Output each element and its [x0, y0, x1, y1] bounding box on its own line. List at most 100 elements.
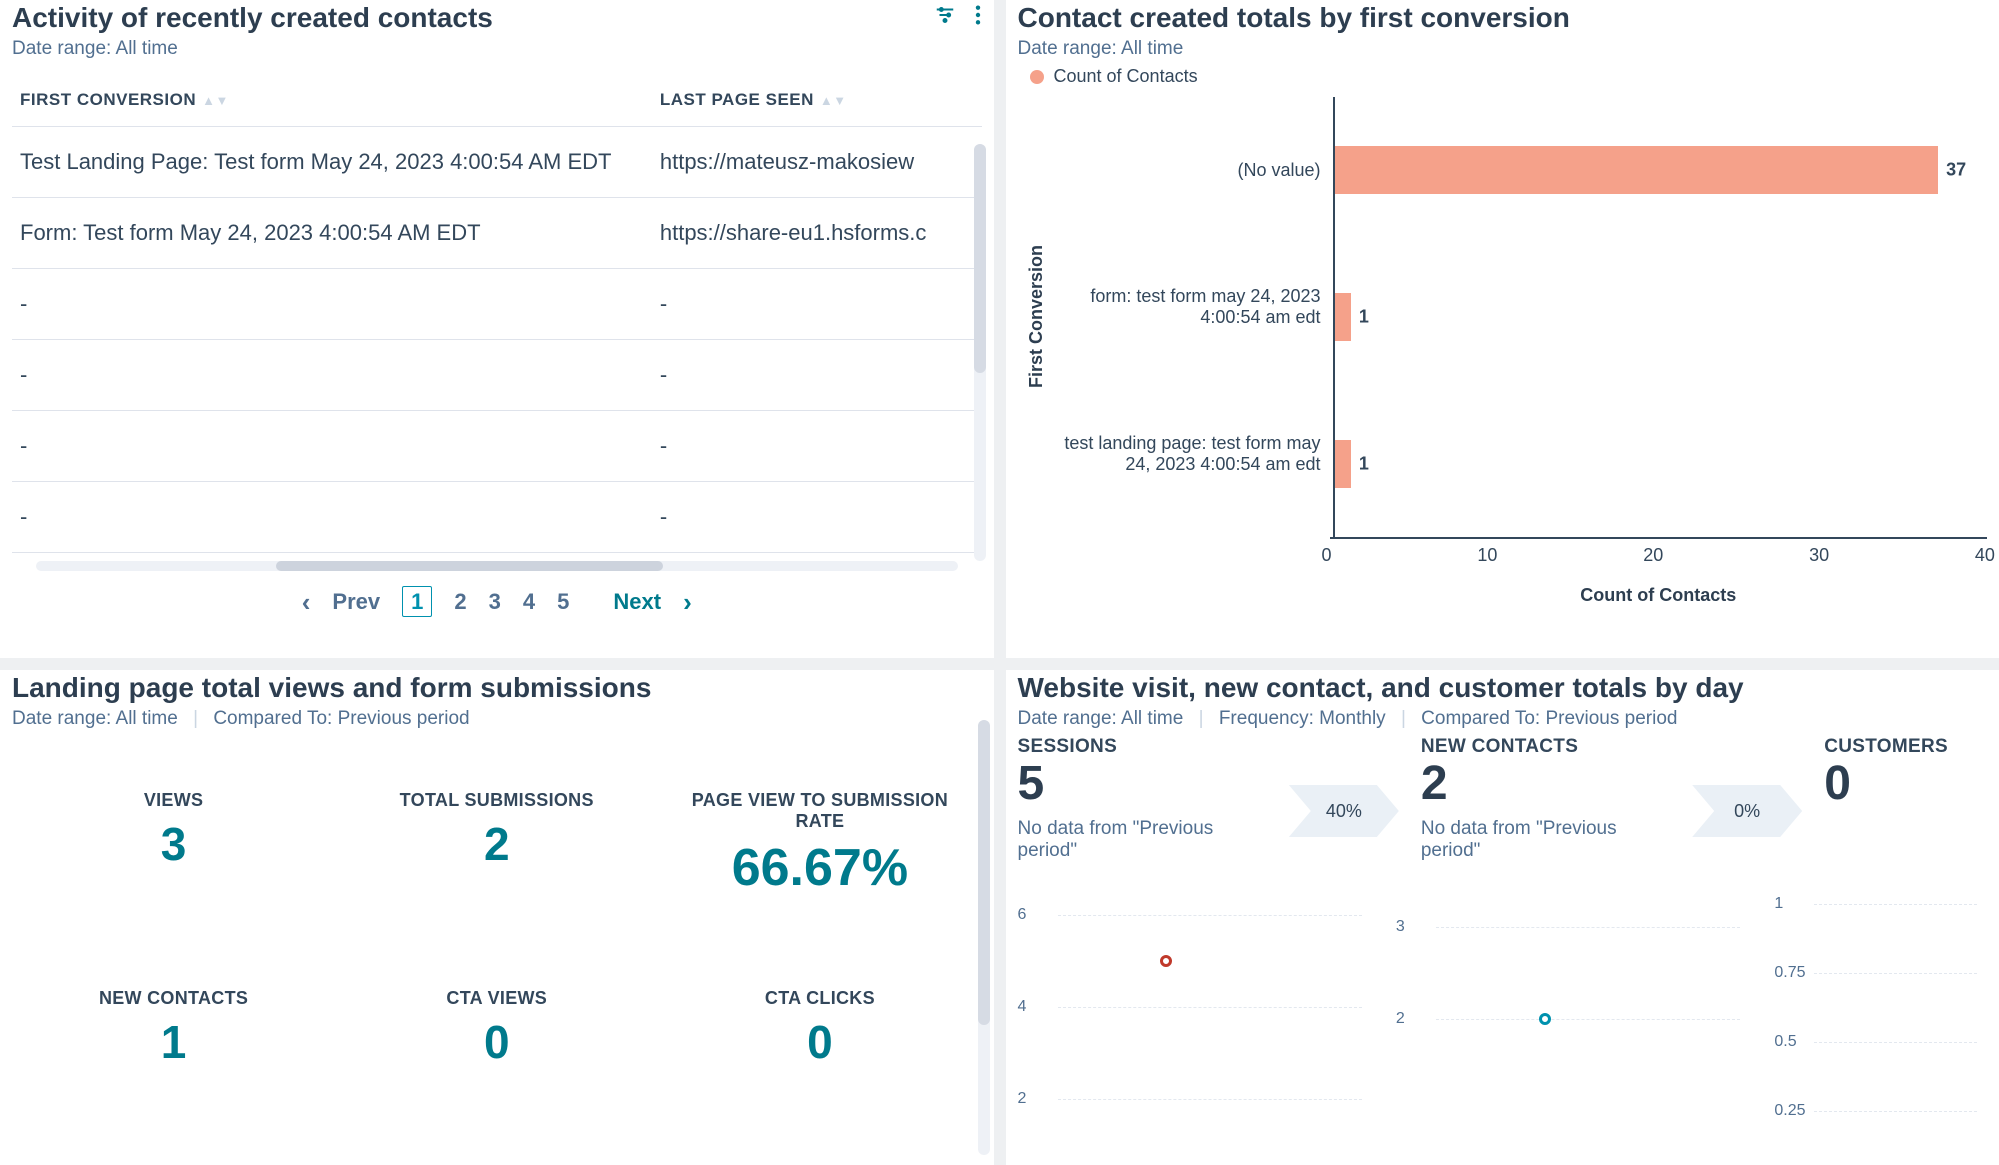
bar-value: 1 — [1359, 306, 1369, 327]
summary-sessions: SESSIONS 5 No data from "Previous period… — [1018, 736, 1289, 862]
card-title: Contact created totals by first conversi… — [1018, 2, 1988, 34]
kpi-cta-views: CTA VIEWS 0 — [335, 988, 658, 1069]
cell-first-conversion: - — [12, 482, 652, 553]
kpi-label: TOTAL SUBMISSIONS — [335, 790, 658, 811]
card-title: Website visit, new contact, and customer… — [1018, 672, 1988, 704]
kpi-views: VIEWS 3 — [12, 790, 335, 898]
cell-last-page-seen: - — [652, 269, 982, 340]
col-label: FIRST CONVERSION — [20, 90, 196, 109]
chart-legend: Count of Contacts — [1030, 66, 1988, 87]
badge-value: 40% — [1326, 801, 1362, 822]
cell-last-page-seen: - — [652, 482, 982, 553]
date-range: Date range: All time — [1018, 708, 1184, 729]
chevron-left-icon[interactable]: ‹ — [302, 589, 311, 615]
summary-new-contacts: NEW CONTACTS 2 No data from "Previous pe… — [1421, 736, 1692, 862]
page-4[interactable]: 4 — [523, 589, 535, 614]
summary-value: 0 — [1824, 760, 1987, 808]
cell-first-conversion: Test Landing Page: Test form May 24, 202… — [12, 127, 652, 198]
sub-meta: Date range: All time | Compared To: Prev… — [12, 708, 982, 730]
kpi-label: PAGE VIEW TO SUBMISSION RATE — [690, 790, 950, 832]
sort-icon[interactable]: ▲▼ — [202, 93, 229, 108]
bar-value: 1 — [1359, 453, 1369, 474]
tick: 6 — [1018, 906, 1027, 924]
page-1[interactable]: 1 — [402, 586, 432, 617]
vertical-scrollbar[interactable] — [978, 720, 990, 1155]
date-range: Date range: All time — [12, 38, 982, 60]
horizontal-scrollbar[interactable] — [36, 561, 958, 571]
conversion-badge: 40% — [1289, 785, 1399, 837]
mini-chart-contacts: 3 2 — [1396, 892, 1750, 1122]
pagination: ‹ Prev 12345 Next › — [12, 589, 982, 615]
tick: 0.75 — [1774, 964, 1805, 982]
chevron-right-icon[interactable]: › — [683, 589, 692, 615]
x-tick: 40 — [1975, 545, 1995, 566]
kpi-cta-clicks: CTA CLICKS 0 — [658, 988, 981, 1069]
kpi-rate: PAGE VIEW TO SUBMISSION RATE 66.67% — [658, 790, 981, 898]
tick: 0.25 — [1774, 1102, 1805, 1120]
cell-last-page-seen: https://mateusz-makosiew — [652, 127, 982, 198]
kpi-new-contacts: NEW CONTACTS 1 — [12, 988, 335, 1069]
summary-label: CUSTOMERS — [1824, 736, 1987, 758]
date-range: Date range: All time — [12, 708, 178, 729]
table-row[interactable]: Form: Test form May 24, 2023 4:00:54 AM … — [12, 198, 982, 269]
page-5[interactable]: 5 — [557, 589, 569, 614]
x-tick: 20 — [1643, 545, 1663, 566]
mini-chart-sessions: 6 4 2 — [1018, 892, 1372, 1122]
date-range: Date range: All time — [1018, 38, 1988, 60]
legend-dot-icon — [1030, 70, 1044, 84]
table-row[interactable]: Test Landing Page: Test form May 24, 202… — [12, 127, 982, 198]
cell-first-conversion: - — [12, 340, 652, 411]
kpi-grid: VIEWS 3 TOTAL SUBMISSIONS 2 PAGE VIEW TO… — [12, 790, 982, 1069]
compared-to: Compared To: Previous period — [213, 708, 469, 729]
contact-totals-card: Contact created totals by first conversi… — [1006, 0, 1999, 658]
col-label: LAST PAGE SEEN — [660, 90, 814, 109]
data-point-icon — [1160, 955, 1172, 967]
next-button[interactable]: Next — [613, 589, 661, 615]
y-axis-label: First Conversion — [1026, 245, 1047, 388]
kpi-value: 2 — [335, 817, 658, 871]
card-title: Landing page total views and form submis… — [12, 672, 982, 704]
table-row[interactable]: -- — [12, 340, 982, 411]
kpi-value: 1 — [12, 1015, 335, 1069]
bar — [1335, 440, 1351, 488]
kpi-label: VIEWS — [12, 790, 335, 811]
more-icon[interactable] — [974, 4, 982, 31]
table-row[interactable]: -- — [12, 269, 982, 340]
sub-meta: Date range: All time | Frequency: Monthl… — [1018, 708, 1988, 730]
vertical-scrollbar[interactable] — [974, 144, 986, 561]
prev-button[interactable]: Prev — [332, 589, 380, 615]
conversion-badge: 0% — [1692, 785, 1802, 837]
tick: 2 — [1018, 1090, 1027, 1108]
kpi-value: 3 — [12, 817, 335, 871]
activity-card: Activity of recently created contacts Da… — [0, 0, 994, 658]
table-row[interactable]: -- — [12, 411, 982, 482]
summary-label: NEW CONTACTS — [1421, 736, 1692, 758]
page-3[interactable]: 3 — [489, 589, 501, 614]
bar — [1335, 146, 1939, 194]
cell-first-conversion: - — [12, 411, 652, 482]
col-header-last-page-seen[interactable]: LAST PAGE SEEN ▲▼ — [652, 74, 982, 127]
summary-value: 2 — [1421, 760, 1692, 808]
bar-category-label: test landing page: test form may 24, 202… — [1053, 433, 1321, 475]
table-row[interactable]: -- — [12, 482, 982, 553]
legend-label: Count of Contacts — [1054, 66, 1198, 87]
bar-category-label: form: test form may 24, 2023 4:00:54 am … — [1053, 286, 1321, 328]
compared-to: Compared To: Previous period — [1421, 708, 1677, 729]
summary-row: SESSIONS 5 No data from "Previous period… — [1018, 736, 1988, 862]
tick: 0.5 — [1774, 1033, 1796, 1051]
x-axis: 010203040 — [1330, 537, 1988, 581]
bar-category-label: (No value) — [1053, 160, 1321, 181]
sort-icon[interactable]: ▲▼ — [820, 93, 847, 108]
mini-chart-customers: 1 0.75 0.5 0.25 — [1774, 892, 1987, 1122]
page-2[interactable]: 2 — [454, 589, 466, 614]
x-tick: 0 — [1322, 545, 1332, 566]
summary-note: No data from "Previous period" — [1018, 818, 1238, 862]
x-axis-label: Count of Contacts — [1330, 585, 1988, 606]
kpi-value: 66.67% — [658, 838, 981, 898]
summary-label: SESSIONS — [1018, 736, 1289, 758]
col-header-first-conversion[interactable]: FIRST CONVERSION ▲▼ — [12, 74, 652, 127]
x-tick: 30 — [1809, 545, 1829, 566]
filter-icon[interactable] — [934, 4, 956, 31]
cell-last-page-seen: https://share-eu1.hsforms.c — [652, 198, 982, 269]
mini-charts: 6 4 2 3 2 — [1018, 892, 1988, 1122]
